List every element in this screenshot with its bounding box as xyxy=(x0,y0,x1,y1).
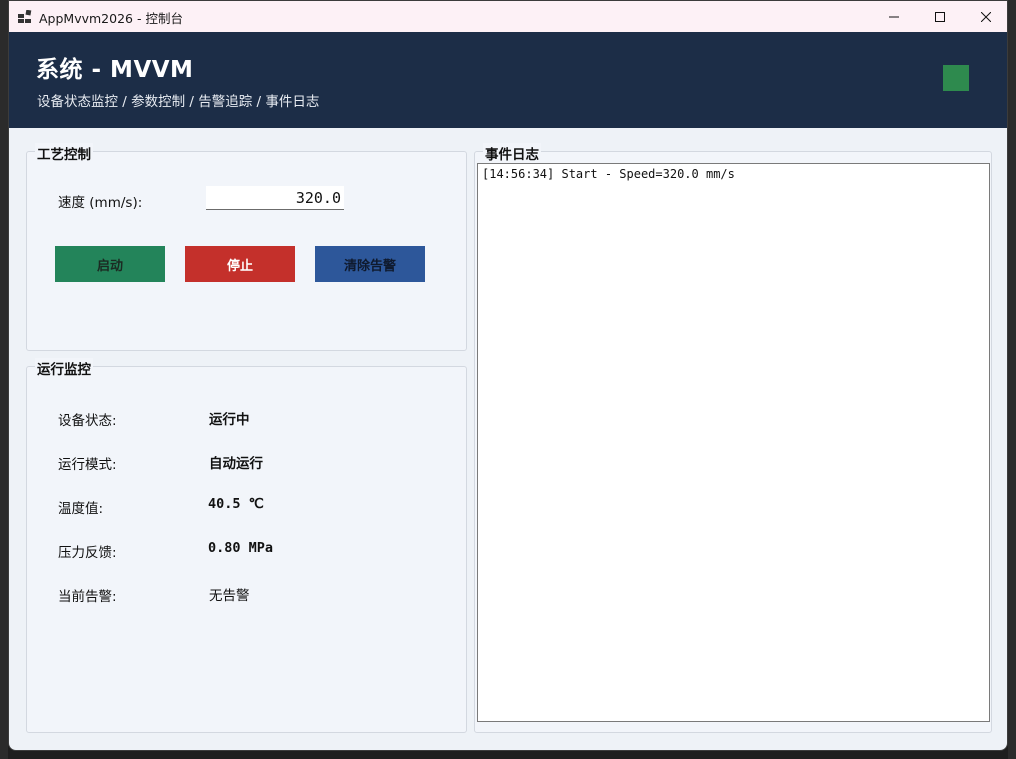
event-log-title: 事件日志 xyxy=(483,143,541,163)
process-control-group: 工艺控制 速度 (mm/s): 320.0 启动 停止 清除告警 xyxy=(26,143,467,351)
minimize-button[interactable] xyxy=(871,1,917,32)
app-header: 系统 - MVVM 设备状态监控 / 参数控制 / 告警追踪 / 事件日志 xyxy=(9,32,1007,128)
app-window: AppMvvm2026 - 控制台 系统 - MVVM 设备状态监控 / 参数控… xyxy=(8,0,1008,751)
start-button[interactable]: 启动 xyxy=(55,246,165,282)
run-monitor-title: 运行监控 xyxy=(35,358,93,378)
pressure-value: 0.80 MPa xyxy=(208,540,274,556)
temperature-value: 40.5 ℃ xyxy=(208,496,264,512)
page-subtitle: 设备状态监控 / 参数控制 / 告警追踪 / 事件日志 xyxy=(37,94,320,110)
minimize-icon xyxy=(889,16,899,17)
run-monitor-group: 运行监控 设备状态: 运行中 运行模式: 自动运行 温度值: 40.5 ℃ 压力… xyxy=(26,358,467,733)
process-control-title: 工艺控制 xyxy=(35,143,93,163)
speed-label: 速度 (mm/s): xyxy=(58,195,143,211)
device-status-value: 运行中 xyxy=(209,412,250,428)
background-editor-left xyxy=(0,0,8,759)
run-mode-value: 自动运行 xyxy=(209,456,263,472)
app-icon xyxy=(18,10,32,23)
device-status-label: 设备状态: xyxy=(58,413,117,429)
stop-button[interactable]: 停止 xyxy=(185,246,295,282)
run-mode-label: 运行模式: xyxy=(58,457,117,473)
alarm-label: 当前告警: xyxy=(58,589,117,605)
close-icon xyxy=(981,11,991,22)
alarm-value: 无告警 xyxy=(209,588,250,604)
title-bar[interactable]: AppMvvm2026 - 控制台 xyxy=(9,1,1007,32)
close-button[interactable] xyxy=(963,1,1007,32)
speed-input[interactable]: 320.0 xyxy=(206,186,344,210)
window-title: AppMvvm2026 - 控制台 xyxy=(39,11,183,26)
temperature-label: 温度值: xyxy=(58,501,104,517)
page-title: 系统 - MVVM xyxy=(36,57,194,83)
list-item: [14:56:34] Start - Speed=320.0 mm/s xyxy=(482,167,735,181)
event-log-list[interactable]: [14:56:34] Start - Speed=320.0 mm/s xyxy=(477,163,990,722)
status-indicator xyxy=(943,65,969,91)
clear-alarm-button[interactable]: 清除告警 xyxy=(315,246,425,282)
event-log-group: 事件日志 [14:56:34] Start - Speed=320.0 mm/s xyxy=(474,143,992,733)
background-editor-right xyxy=(1008,0,1016,759)
pressure-label: 压力反馈: xyxy=(58,545,117,561)
maximize-button[interactable] xyxy=(917,1,963,32)
maximize-icon xyxy=(935,11,945,22)
